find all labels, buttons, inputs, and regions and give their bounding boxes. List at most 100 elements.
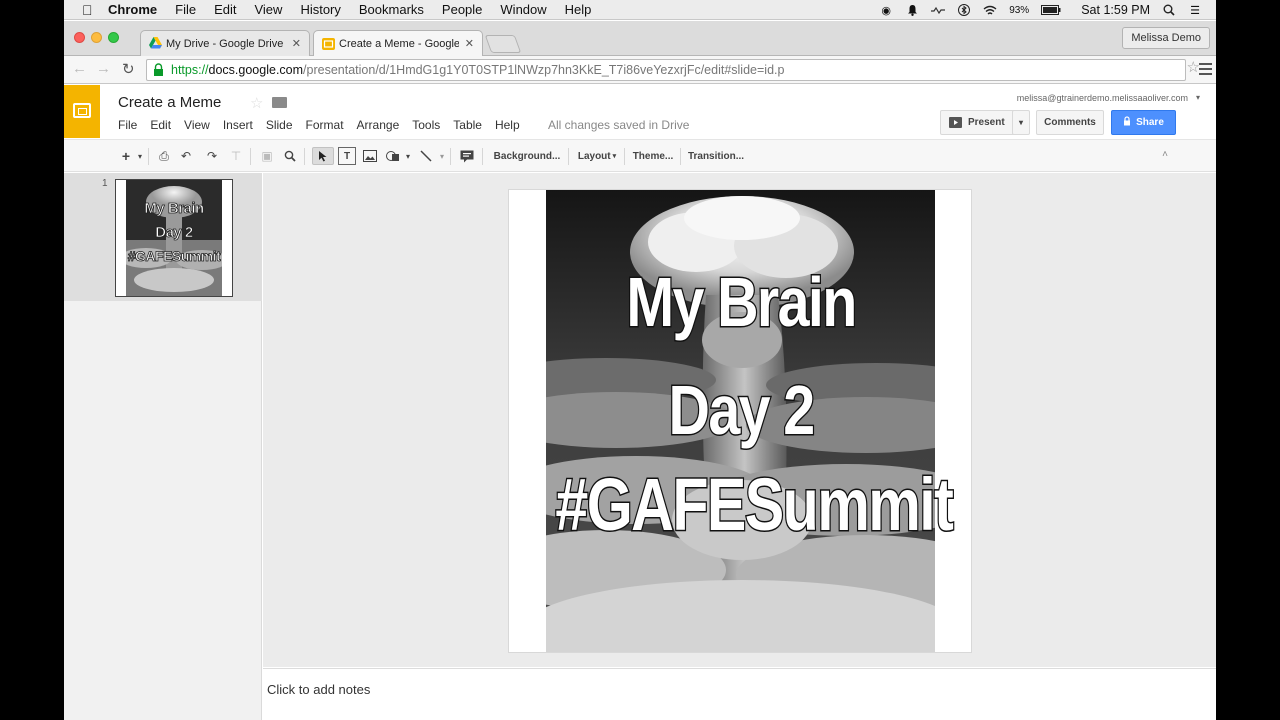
menu-format[interactable]: Format — [306, 118, 344, 132]
menu-arrange[interactable]: Arrange — [357, 118, 400, 132]
slide-thumbnail[interactable]: My Brain Day 2 #GAFESummit — [115, 179, 233, 297]
zoom-icon[interactable] — [282, 147, 298, 165]
document-title[interactable]: Create a Meme — [118, 94, 221, 111]
meme-text-line-2[interactable]: Day 2 — [551, 370, 931, 451]
chevron-down-icon[interactable]: ▾ — [404, 147, 412, 165]
menu-chrome[interactable]: Chrome — [108, 2, 157, 17]
toolbar-divider — [568, 148, 569, 165]
chrome-menu-icon[interactable] — [1199, 63, 1212, 75]
menu-edit[interactable]: Edit — [214, 2, 236, 17]
menu-history[interactable]: History — [300, 2, 340, 17]
editing-toolbar: + ▾ ⎙ ↶ ↷ ⊤ ▣ T ▾ ▾ Background... Layout… — [64, 139, 1216, 172]
spotlight-search-icon[interactable] — [1162, 4, 1176, 16]
menu-edit[interactable]: Edit — [150, 118, 171, 132]
reload-icon[interactable]: ↻ — [122, 60, 135, 78]
wifi-icon[interactable] — [983, 4, 997, 16]
account-dropdown-icon[interactable]: ▾ — [1196, 93, 1200, 102]
menu-people[interactable]: People — [442, 2, 482, 17]
menu-view[interactable]: View — [254, 2, 282, 17]
thumbnail-line-2: Day 2 — [155, 224, 194, 242]
comments-button[interactable]: Comments — [1036, 110, 1104, 135]
menu-file[interactable]: File — [175, 2, 196, 17]
close-window-button[interactable] — [74, 32, 85, 43]
tab-create-a-meme[interactable]: Create a Meme - Google S ✕ — [313, 30, 483, 57]
url-scheme: https:// — [171, 63, 209, 77]
back-arrow-icon[interactable]: ← — [72, 60, 87, 77]
menu-file[interactable]: File — [118, 118, 137, 132]
background-button[interactable]: Background... — [492, 147, 562, 165]
comment-icon[interactable] — [458, 147, 476, 165]
zoom-fit-icon[interactable]: ▣ — [258, 147, 276, 165]
menu-help[interactable]: Help — [565, 2, 592, 17]
select-tool-icon[interactable] — [312, 147, 334, 165]
image-icon[interactable] — [362, 147, 378, 165]
zoom-window-button[interactable] — [108, 32, 119, 43]
list-icon[interactable]: ☰ — [1188, 4, 1202, 17]
docs-menu-bar: File Edit View Insert Slide Format Arran… — [118, 118, 533, 132]
thumbnail-line-1: My Brain — [144, 200, 205, 218]
account-email[interactable]: melissa@gtrainerdemo.melissaaoliver.com — [1017, 93, 1188, 103]
chevron-down-icon[interactable]: ▾ — [438, 147, 446, 165]
menu-window[interactable]: Window — [500, 2, 546, 17]
chevron-down-icon: ▾ — [1018, 118, 1023, 127]
layout-button[interactable]: Layout ▾ — [574, 147, 620, 165]
chevron-down-icon[interactable]: ▾ — [136, 147, 144, 165]
share-button[interactable]: Share — [1111, 110, 1176, 135]
close-tab-icon[interactable]: ✕ — [292, 37, 301, 50]
window-controls — [74, 32, 119, 43]
menu-slide[interactable]: Slide — [266, 118, 293, 132]
slides-home-button[interactable] — [64, 85, 100, 138]
menu-bookmarks[interactable]: Bookmarks — [359, 2, 424, 17]
redo-icon[interactable]: ↷ — [204, 147, 220, 165]
clock[interactable]: Sat 1:59 PM — [1081, 3, 1150, 17]
tab-strip: My Drive - Google Drive ✕ Create a Meme … — [64, 21, 1216, 57]
browser-toolbar: ← → ↻ https://docs.google.com/presentati… — [64, 56, 1216, 84]
tab-my-drive[interactable]: My Drive - Google Drive ✕ — [140, 30, 310, 56]
share-label: Share — [1136, 117, 1164, 128]
bookmark-star-icon[interactable]: ☆ — [1187, 58, 1200, 76]
profile-button[interactable]: Melissa Demo — [1122, 27, 1210, 49]
line-icon[interactable] — [418, 147, 434, 165]
battery-icon[interactable] — [1041, 4, 1061, 16]
close-tab-icon[interactable]: ✕ — [465, 37, 474, 50]
apple-icon[interactable]:  — [82, 2, 106, 18]
minimize-window-button[interactable] — [91, 32, 102, 43]
google-drive-icon — [149, 37, 162, 50]
theme-button[interactable]: Theme... — [630, 147, 676, 165]
undo-icon[interactable]: ↶ — [178, 147, 194, 165]
menu-insert[interactable]: Insert — [223, 118, 253, 132]
url-host: docs.google.com — [208, 63, 304, 77]
print-icon[interactable]: ⎙ — [156, 147, 172, 165]
bluetooth-icon[interactable] — [957, 4, 971, 16]
present-button[interactable]: Present — [940, 110, 1016, 135]
menu-help[interactable]: Help — [495, 118, 520, 132]
meme-text-line-1[interactable]: My Brain — [551, 262, 931, 343]
forward-arrow-icon[interactable]: → — [96, 60, 111, 77]
speaker-notes[interactable]: Click to add notes — [263, 668, 1216, 720]
new-slide-icon[interactable]: + — [118, 147, 134, 165]
address-bar[interactable]: https://docs.google.com/presentation/d/1… — [146, 59, 1186, 81]
menu-tools[interactable]: Tools — [412, 118, 440, 132]
text-box-icon[interactable]: T — [338, 147, 356, 165]
notification-bell-icon[interactable] — [905, 4, 919, 16]
activity-icon[interactable] — [931, 4, 946, 16]
collapse-toolbar-icon[interactable]: ˄ — [1162, 149, 1168, 160]
menu-view[interactable]: View — [184, 118, 210, 132]
new-tab-button[interactable] — [484, 35, 522, 53]
record-icon[interactable]: ◉ — [879, 4, 893, 17]
transition-button[interactable]: Transition... — [686, 147, 746, 165]
slide[interactable]: My Brain Day 2 #GAFESummit — [508, 189, 972, 653]
save-status[interactable]: All changes saved in Drive — [548, 118, 689, 132]
toolbar-divider — [148, 148, 149, 165]
paint-format-icon[interactable]: ⊤ — [228, 147, 244, 165]
folder-icon[interactable] — [272, 97, 287, 108]
meme-text-line-3[interactable]: #GAFESummit — [554, 462, 955, 548]
docs-header: Create a Meme ☆ File Edit View Insert Sl… — [64, 85, 1216, 138]
present-dropdown-button[interactable]: ▾ — [1012, 110, 1030, 135]
toolbar-divider — [680, 148, 681, 165]
chevron-down-icon: ▾ — [612, 153, 617, 160]
shape-icon[interactable] — [384, 147, 402, 165]
star-icon[interactable]: ☆ — [250, 94, 263, 112]
screen:  Chrome File Edit View History Bookmark… — [64, 0, 1216, 720]
menu-table[interactable]: Table — [453, 118, 482, 132]
